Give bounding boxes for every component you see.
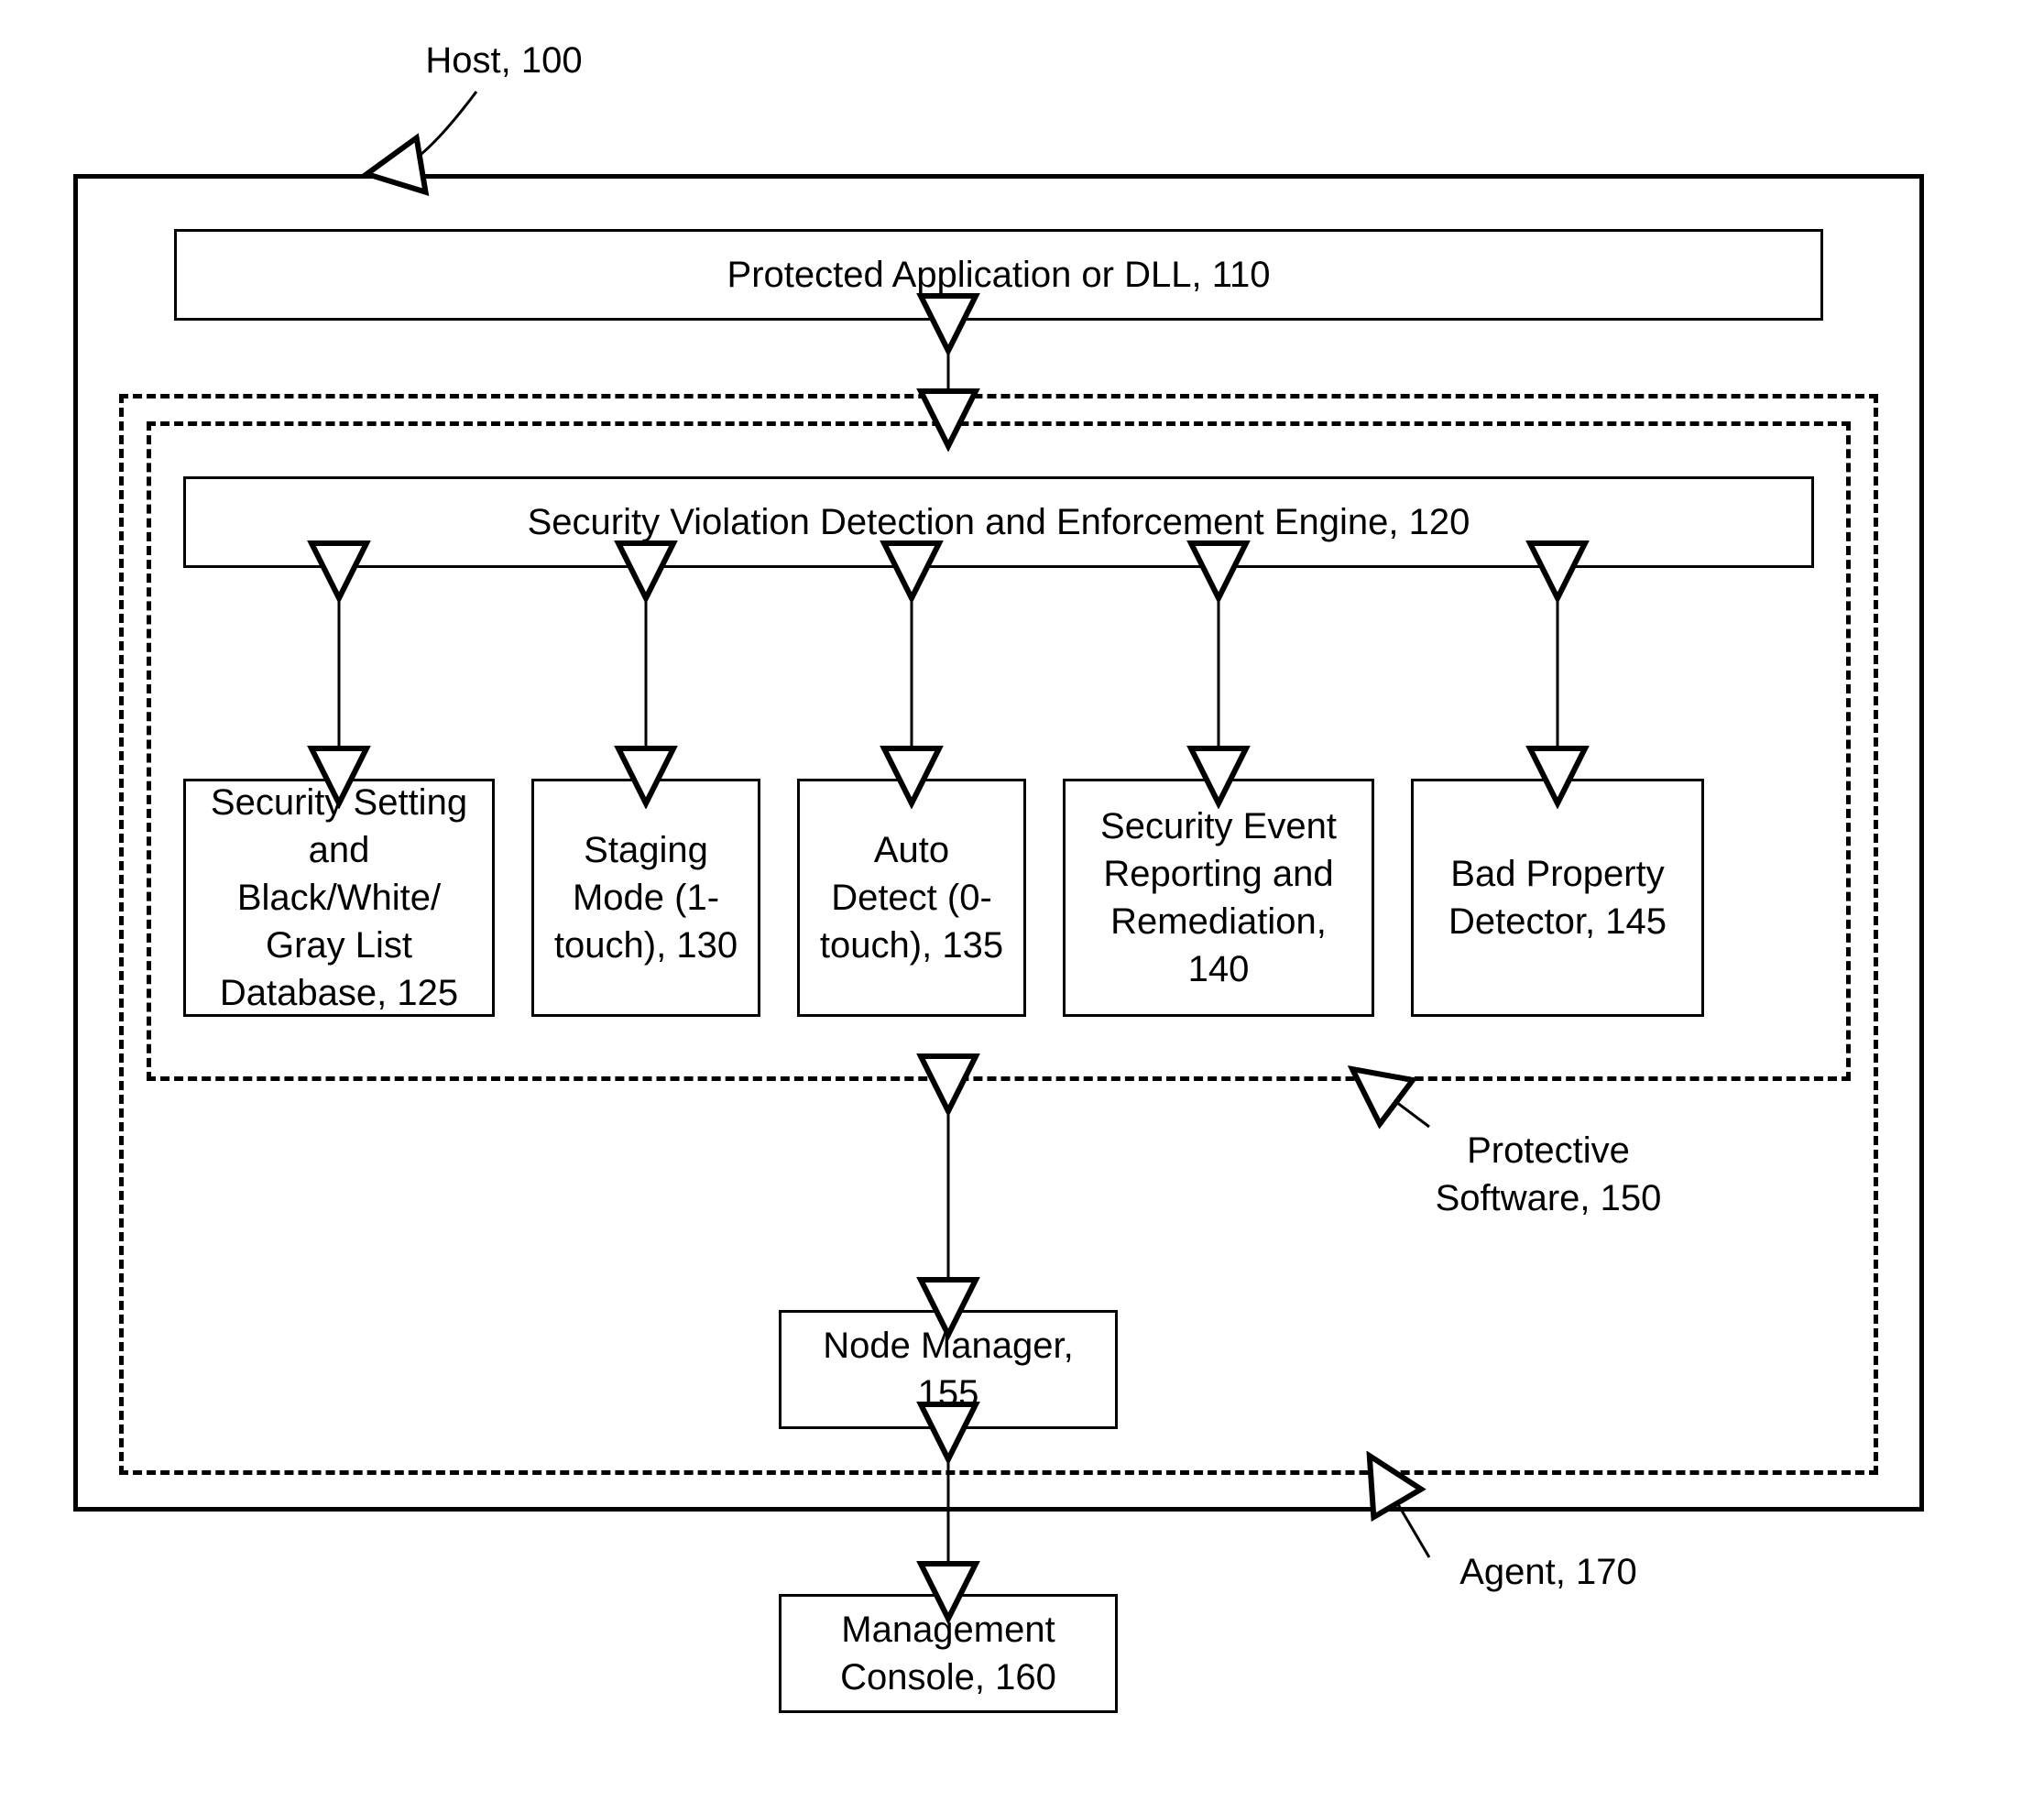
protected-app-label: Protected Application or DLL, 110 [727, 251, 1271, 299]
mgmt-console-label: Management Console, 160 [800, 1606, 1097, 1701]
agent-label: Agent, 170 [1411, 1548, 1686, 1596]
protective-software-label: ProtectiveSoftware, 150 [1411, 1127, 1686, 1222]
db-label: Security Setting and Black/White/ Gray L… [204, 779, 474, 1017]
staging-label: Staging Mode (1-touch), 130 [552, 826, 739, 969]
host-label: Host, 100 [366, 37, 641, 84]
bad-prop-label: Bad Property Detector, 145 [1432, 850, 1683, 945]
bad-prop-box: Bad Property Detector, 145 [1411, 779, 1704, 1017]
reporting-box: Security Event Reporting and Remediation… [1063, 779, 1374, 1017]
node-manager-box: Node Manager, 155 [779, 1310, 1118, 1429]
autodetect-box: Auto Detect (0-touch), 135 [797, 779, 1026, 1017]
autodetect-label: Auto Detect (0-touch), 135 [818, 826, 1005, 969]
engine-box: Security Violation Detection and Enforce… [183, 476, 1814, 568]
protected-app-box: Protected Application or DLL, 110 [174, 229, 1823, 321]
reporting-label: Security Event Reporting and Remediation… [1084, 802, 1353, 993]
db-box: Security Setting and Black/White/ Gray L… [183, 779, 495, 1017]
host-pointer [394, 92, 476, 169]
mgmt-console-box: Management Console, 160 [779, 1594, 1118, 1713]
staging-box: Staging Mode (1-touch), 130 [531, 779, 760, 1017]
engine-label: Security Violation Detection and Enforce… [528, 498, 1470, 546]
diagram-canvas: Protected Application or DLL, 110 Securi… [0, 0, 2044, 1812]
node-manager-label: Node Manager, 155 [800, 1322, 1097, 1417]
